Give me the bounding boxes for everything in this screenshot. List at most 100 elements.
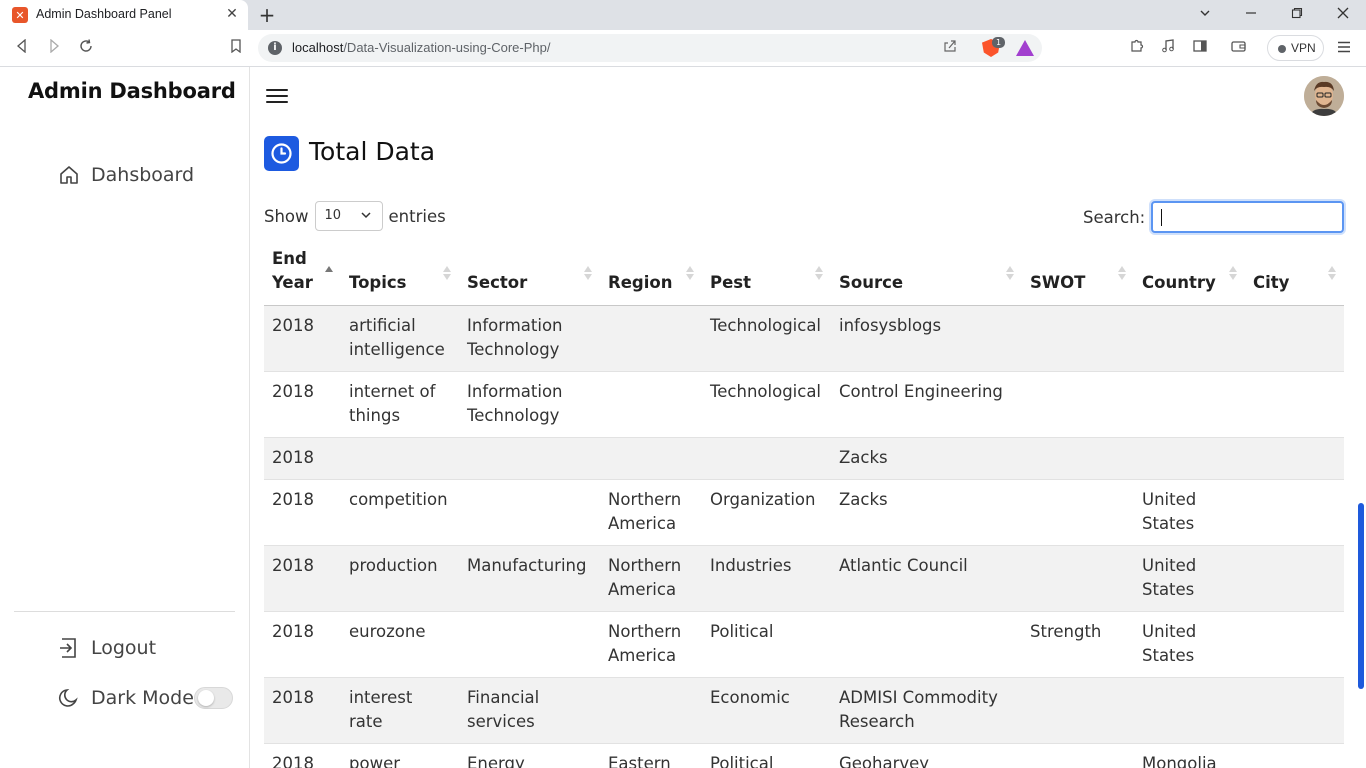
column-header-topics[interactable]: Topics (341, 239, 459, 306)
table-cell: 2018 (264, 371, 341, 438)
table-row: 2018 production Manufacturing Northern Amer… (264, 545, 1344, 612)
column-header-country[interactable]: Country (1134, 239, 1245, 306)
xampp-favicon-icon: ✕ (12, 7, 28, 23)
table-cell: Information Technology (459, 305, 600, 372)
show-label: Show (264, 206, 309, 226)
column-header-label: SWOT (1030, 273, 1086, 292)
table-cell (1022, 743, 1134, 768)
browser-tabstrip: ✕ Admin Dashboard Panel ✕ + (0, 0, 1366, 30)
brave-rewards-icon[interactable] (1016, 40, 1034, 56)
table-cell (600, 305, 702, 372)
search-input[interactable] (1151, 201, 1345, 233)
vpn-button[interactable]: VPN (1267, 35, 1324, 61)
column-header-label: Topics (349, 273, 407, 292)
table-cell (1134, 677, 1245, 744)
table-cell: Political (702, 743, 831, 768)
column-header-swot[interactable]: SWOT (1022, 239, 1134, 306)
table-cell: competition (341, 479, 459, 546)
table-cell (1134, 371, 1245, 438)
sidebar-panel-icon[interactable] (1190, 38, 1210, 58)
sidebar-item-dashboard[interactable]: Dahsboard (58, 162, 194, 188)
table-cell (1245, 371, 1344, 438)
back-icon[interactable] (12, 38, 32, 58)
reload-icon[interactable] (76, 38, 96, 58)
extensions-icon[interactable] (1126, 38, 1146, 58)
dark-mode-label: Dark Mode (91, 687, 194, 709)
table-cell (1022, 437, 1134, 480)
table-cell: power (341, 743, 459, 768)
table-cell: Mongolia (1134, 743, 1245, 768)
table-cell: Geoharvey (831, 743, 1022, 768)
moon-icon (58, 688, 78, 707)
brand-title: Admin Dashboard (28, 79, 236, 103)
table-cell: Organization (702, 479, 831, 546)
tab-close-icon[interactable]: ✕ (224, 6, 240, 22)
sort-arrows-icon (686, 266, 694, 282)
table-cell (600, 371, 702, 438)
sort-arrows-icon (584, 266, 592, 282)
table-cell: United States (1134, 611, 1245, 678)
restore-window-icon[interactable] (1286, 4, 1308, 26)
forward-icon[interactable] (44, 38, 64, 58)
table-cell: Technological (702, 305, 831, 372)
table-cell (1022, 479, 1134, 546)
logout-button[interactable]: Logout (58, 635, 156, 661)
menu-icon[interactable] (1334, 38, 1354, 58)
entries-select-value: 10 (324, 208, 342, 223)
entries-select[interactable]: 10 (314, 201, 383, 231)
dark-mode-row: Dark Mode (58, 685, 194, 711)
toggle-knob (198, 690, 214, 706)
table-cell (831, 611, 1022, 678)
tab-search-chevron-icon[interactable] (1194, 4, 1216, 26)
clock-icon (264, 136, 299, 171)
site-info-icon[interactable]: i (268, 41, 282, 55)
avatar-portrait (1304, 76, 1344, 116)
table-cell: 2018 (264, 305, 341, 372)
table-row: 2018 eurozone Northern America Political Str… (264, 611, 1344, 678)
table-row: 2018 internet of things Information Techno… (264, 371, 1344, 438)
table-cell (341, 437, 459, 480)
table-cell: internet of things (341, 371, 459, 438)
scrollbar-thumb[interactable] (1358, 503, 1364, 689)
table-row: 2018 power Energy Eastern Political Geoharvey… (264, 743, 1344, 768)
sort-arrows-icon (1118, 266, 1126, 282)
dark-mode-toggle[interactable] (194, 687, 233, 709)
wallet-icon[interactable] (1228, 38, 1248, 58)
table-cell: Zacks (831, 479, 1022, 546)
new-tab-button[interactable]: + (256, 3, 278, 27)
page-scrollbar[interactable] (1355, 67, 1366, 768)
table-cell: 2018 (264, 479, 341, 546)
sidebar-item-label: Dahsboard (91, 164, 195, 186)
column-header-city[interactable]: City (1245, 239, 1344, 306)
url-text[interactable]: localhost/Data-Visualization-using-Core-… (292, 40, 550, 55)
column-header-source[interactable]: Source (831, 239, 1022, 306)
close-window-icon[interactable] (1332, 4, 1354, 26)
table-row: 2018 interest rate Financial services Econo… (264, 677, 1344, 744)
table-row: 2018 Zacks (264, 437, 1344, 480)
column-header-sector[interactable]: Sector (459, 239, 600, 306)
address-bar[interactable]: i localhost/Data-Visualization-using-Cor… (258, 34, 1042, 62)
search-label: Search: (1083, 207, 1146, 227)
table-row: 2018 artificial intelligence Information T… (264, 305, 1344, 372)
user-avatar[interactable] (1304, 76, 1344, 116)
bookmark-icon[interactable] (226, 38, 246, 58)
table-cell: Industries (702, 545, 831, 612)
media-music-icon[interactable] (1158, 38, 1178, 58)
column-header-label: Source (839, 273, 904, 292)
table-cell: Financial services (459, 677, 600, 744)
table-cell: artificial intelligence (341, 305, 459, 372)
column-header-end-year[interactable]: End Year (264, 239, 341, 306)
sidebar-toggle-hamburger-icon[interactable] (266, 89, 288, 103)
share-icon[interactable] (940, 38, 960, 58)
table-row: 2018 competition Northern America Organizat… (264, 479, 1344, 546)
column-header-region[interactable]: Region (600, 239, 702, 306)
table-cell: Northern America (600, 479, 702, 546)
table-cell: Economic (702, 677, 831, 744)
table-cell: Zacks (831, 437, 1022, 480)
browser-tab[interactable]: ✕ Admin Dashboard Panel ✕ (0, 0, 248, 30)
column-header-pest[interactable]: Pest (702, 239, 831, 306)
minimize-window-icon[interactable] (1240, 4, 1262, 26)
logout-label: Logout (91, 637, 157, 659)
table-cell: Northern America (600, 545, 702, 612)
table-cell (459, 611, 600, 678)
